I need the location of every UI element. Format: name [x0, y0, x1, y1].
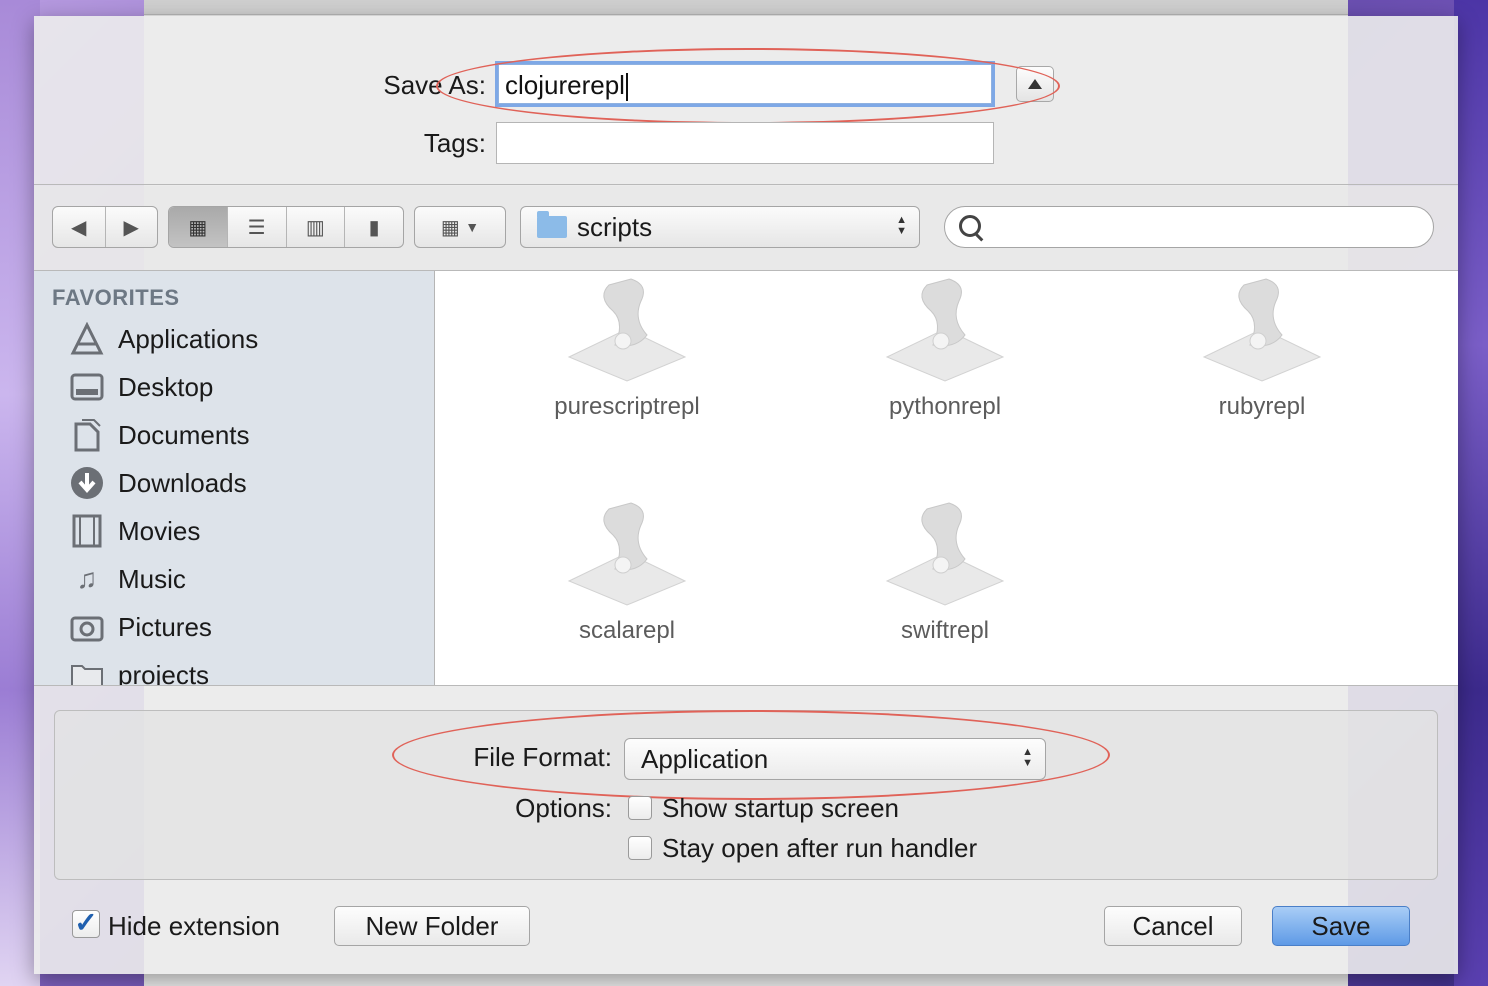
hide-extension-checkbox[interactable]: ✓: [72, 907, 100, 938]
sidebar-header-favorites: FAVORITES: [52, 285, 180, 310]
desktop-wallpaper-right: [1454, 0, 1488, 986]
search-icon: [959, 215, 981, 237]
file-name: purescriptrepl: [554, 393, 700, 420]
columns-icon: ▥: [305, 216, 325, 239]
sidebar-item-label: projects: [118, 659, 210, 686]
chevron-down-icon: ▼: [465, 219, 480, 235]
arrange-menu-button[interactable]: ▦ ▼: [414, 206, 506, 248]
applescript-icon: [885, 499, 1005, 609]
icon-view-button[interactable]: ▦: [169, 207, 228, 247]
file-item[interactable]: swiftrepl: [820, 499, 1070, 645]
save-as-value: clojurerepl: [505, 70, 625, 100]
downloads-icon: [70, 466, 104, 500]
updown-arrows-icon: ▲ ▼: [1022, 746, 1033, 769]
sidebar-item-documents[interactable]: Documents: [70, 415, 250, 455]
divider: [34, 184, 1458, 185]
desktop-icon: [70, 370, 104, 404]
movies-icon: [70, 514, 104, 548]
text-caret: [625, 73, 628, 102]
sidebar-item-label: Movies: [118, 515, 201, 546]
stay-open-checkbox[interactable]: [628, 836, 652, 860]
forward-button[interactable]: ▶: [106, 207, 158, 247]
file-name: scalarepl: [578, 617, 676, 644]
tags-field[interactable]: [496, 122, 994, 164]
coverflow-view-button[interactable]: ▮: [345, 207, 403, 247]
location-popup[interactable]: scripts ▲ ▼: [520, 206, 920, 248]
options-label: Options:: [515, 793, 612, 823]
location-folder-name: scripts: [577, 211, 653, 242]
applescript-icon: [567, 275, 687, 385]
file-browser: purescriptrepl pythonrepl rubyrepl scala…: [435, 271, 1458, 685]
browser-toolbar: ◀ ▶ ▦ ☰ ▥ ▮ ▦ ▼ scripts ▲ ▼: [34, 186, 1458, 270]
sidebar: FAVORITES Applications Desktop Documents…: [34, 271, 435, 685]
view-mode-control: ▦ ☰ ▥ ▮: [168, 206, 404, 248]
save-dialog: Save As: clojurerepl Tags: ◀ ▶ ▦ ☰ ▥ ▮ ▦…: [34, 16, 1458, 974]
new-folder-button[interactable]: New Folder: [334, 906, 530, 946]
sidebar-item-applications[interactable]: Applications: [70, 319, 258, 359]
chevron-left-icon: ◀: [71, 216, 87, 239]
pictures-icon: [70, 610, 104, 644]
music-icon: ♫: [76, 563, 98, 594]
file-format-label: File Format:: [473, 742, 612, 772]
sidebar-item-label: Music: [118, 563, 186, 594]
file-name: swiftrepl: [900, 617, 990, 644]
back-forward-control: ◀ ▶: [52, 206, 158, 248]
sidebar-item-label: Desktop: [118, 371, 214, 402]
cancel-button[interactable]: Cancel: [1104, 906, 1242, 946]
behind-window-toolbar: [144, 0, 1348, 15]
sidebar-item-downloads[interactable]: Downloads: [70, 463, 247, 503]
collapse-dialog-button[interactable]: [1016, 66, 1054, 102]
file-name: pythonrepl: [888, 393, 1002, 420]
triangle-up-icon: [1028, 79, 1042, 89]
sidebar-item-pictures[interactable]: Pictures: [70, 607, 212, 647]
save-button[interactable]: Save: [1272, 906, 1410, 946]
divider: [34, 685, 1458, 686]
updown-arrows-icon: ▲ ▼: [896, 214, 907, 237]
column-view-button[interactable]: ▥: [287, 207, 346, 247]
sidebar-item-label: Documents: [118, 419, 250, 450]
coverflow-icon: ▮: [368, 216, 380, 239]
file-item[interactable]: purescriptrepl: [502, 275, 752, 421]
grid-icon: ▦: [188, 216, 208, 239]
save-as-field[interactable]: clojurerepl: [498, 64, 992, 104]
stay-open-label: Stay open after run handler: [662, 833, 978, 863]
folder-icon: [537, 211, 567, 238]
arrange-menu-inner: ▦ ▼: [415, 207, 505, 247]
list-icon: ☰: [247, 216, 266, 239]
show-startup-screen-label: Show startup screen: [662, 793, 900, 823]
applescript-icon: [567, 499, 687, 609]
file-name: rubyrepl: [1218, 393, 1306, 420]
back-button[interactable]: ◀: [53, 207, 106, 247]
applescript-icon: [885, 275, 1005, 385]
file-item[interactable]: scalarepl: [502, 499, 752, 645]
arrange-grid-icon: ▦: [440, 216, 460, 239]
file-item[interactable]: pythonrepl: [820, 275, 1070, 421]
sidebar-item-label: Pictures: [118, 611, 212, 642]
sidebar-item-label: Downloads: [118, 467, 247, 498]
file-format-popup[interactable]: Application ▲ ▼: [624, 738, 1046, 780]
folder-icon: [70, 658, 104, 685]
file-item[interactable]: rubyrepl: [1137, 275, 1387, 421]
tags-label: Tags:: [423, 128, 486, 158]
sidebar-item-music[interactable]: ♫ Music: [70, 559, 186, 599]
chevron-right-icon: ▶: [123, 216, 139, 239]
checkmark-icon: ✓: [74, 907, 98, 938]
applescript-icon: [1202, 275, 1322, 385]
file-format-value: Application: [641, 744, 769, 774]
sidebar-item-movies[interactable]: Movies: [70, 511, 200, 551]
sidebar-item-projects[interactable]: projects: [70, 655, 209, 685]
applications-icon: [70, 322, 104, 356]
show-startup-screen-checkbox[interactable]: [628, 796, 652, 820]
hide-extension-label: Hide extension: [108, 911, 280, 941]
sidebar-item-desktop[interactable]: Desktop: [70, 367, 213, 407]
sidebar-item-label: Applications: [118, 323, 259, 354]
search-input[interactable]: [944, 206, 1434, 248]
documents-icon: [70, 418, 104, 452]
list-view-button[interactable]: ☰: [228, 207, 287, 247]
save-as-label: Save As:: [383, 70, 486, 100]
